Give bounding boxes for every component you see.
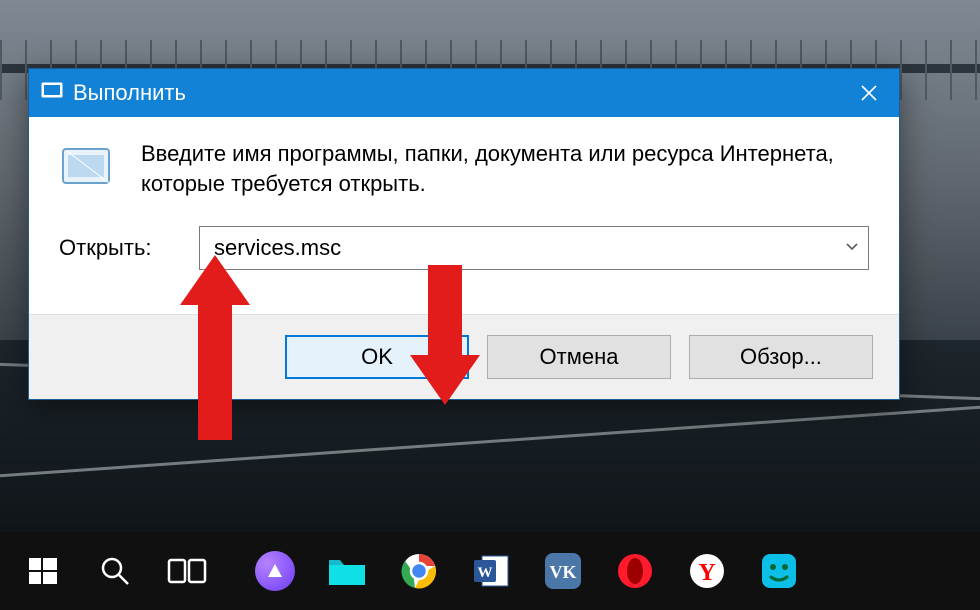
vk-button[interactable]: VK [530, 541, 596, 601]
taskbar: W VK Y [0, 532, 980, 610]
taskview-button[interactable] [154, 541, 220, 601]
chrome-icon [400, 552, 438, 590]
bluestacks-icon [759, 551, 799, 591]
chrome-button[interactable] [386, 541, 452, 601]
bluestacks-button[interactable] [746, 541, 812, 601]
dialog-footer: OK Отмена Обзор... [29, 314, 899, 399]
word-icon: W [472, 552, 510, 590]
browse-button[interactable]: Обзор... [689, 335, 873, 379]
opera-icon [616, 552, 654, 590]
ok-button[interactable]: OK [285, 335, 469, 379]
word-button[interactable]: W [458, 541, 524, 601]
cancel-button[interactable]: Отмена [487, 335, 671, 379]
alice-button[interactable] [242, 541, 308, 601]
taskview-icon [167, 556, 207, 586]
run-body-icon [59, 143, 117, 198]
chevron-down-icon[interactable] [844, 238, 860, 259]
files-button[interactable] [314, 541, 380, 601]
open-label: Открыть: [59, 235, 199, 261]
svg-text:VK: VK [550, 562, 577, 582]
title-bar[interactable]: Выполнить [29, 69, 899, 117]
dialog-title: Выполнить [73, 80, 839, 106]
magnifier-icon [98, 554, 132, 588]
run-dialog: Выполнить Введите имя программы, папки, … [28, 68, 900, 400]
search-button[interactable] [82, 541, 148, 601]
close-icon [860, 84, 878, 102]
command-combobox[interactable] [199, 226, 869, 270]
alice-icon [255, 551, 295, 591]
command-input[interactable] [208, 235, 844, 261]
vk-icon: VK [543, 551, 583, 591]
opera-button[interactable] [602, 541, 668, 601]
folder-icon [327, 554, 367, 588]
start-button[interactable] [10, 541, 76, 601]
close-button[interactable] [839, 69, 899, 117]
yandex-button[interactable]: Y [674, 541, 740, 601]
svg-text:W: W [478, 565, 493, 581]
windows-icon [27, 555, 59, 587]
yandex-icon: Y [688, 552, 726, 590]
svg-text:Y: Y [698, 560, 715, 586]
dialog-body: Введите имя программы, папки, документа … [29, 117, 899, 314]
run-titlebar-icon [41, 80, 63, 107]
dialog-description: Введите имя программы, папки, документа … [141, 139, 869, 198]
